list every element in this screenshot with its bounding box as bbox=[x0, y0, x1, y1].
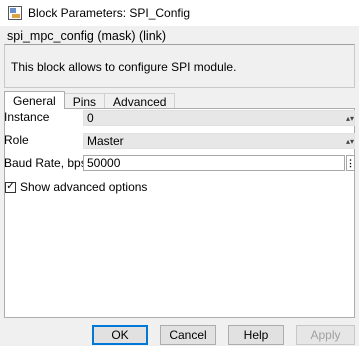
baud-rate-input[interactable]: 50000 bbox=[83, 155, 345, 171]
simulink-block-icon bbox=[8, 6, 22, 20]
baud-rate-value: 50000 bbox=[87, 156, 121, 170]
role-value: Master bbox=[87, 134, 124, 148]
tab-pins[interactable]: Pins bbox=[63, 93, 106, 109]
dropdown-arrow-icon: ▴▾ bbox=[346, 136, 355, 146]
show-advanced-option[interactable]: ✓ Show advanced options bbox=[5, 180, 147, 194]
baud-rate-label: Baud Rate, bps bbox=[4, 156, 87, 170]
role-label: Role bbox=[4, 133, 29, 147]
tab-strip: General Pins Advanced bbox=[4, 91, 176, 109]
tab-advanced[interactable]: Advanced bbox=[104, 93, 176, 109]
description-groupbox: This block allows to configure SPI modul… bbox=[4, 44, 355, 88]
instance-value: 0 bbox=[87, 111, 94, 125]
description-text: This block allows to configure SPI modul… bbox=[11, 60, 237, 74]
title-bar[interactable]: Block Parameters: SPI_Config bbox=[0, 0, 359, 26]
cancel-button[interactable]: Cancel bbox=[160, 325, 216, 345]
dropdown-arrow-icon: ▴▾ bbox=[346, 113, 355, 123]
help-button[interactable]: Help bbox=[228, 325, 284, 345]
instance-label: Instance bbox=[4, 110, 50, 124]
window-title: Block Parameters: SPI_Config bbox=[28, 6, 191, 20]
show-advanced-label: Show advanced options bbox=[20, 180, 148, 194]
apply-button[interactable]: Apply bbox=[296, 325, 355, 345]
show-advanced-checkbox[interactable]: ✓ bbox=[5, 181, 16, 193]
mask-header: spi_mpc_config (mask) (link) bbox=[7, 29, 167, 43]
more-options-icon[interactable]: ⋮ bbox=[346, 155, 355, 171]
instance-dropdown[interactable]: 0 ▴▾ bbox=[83, 110, 355, 126]
tab-general[interactable]: General bbox=[4, 91, 65, 109]
role-dropdown[interactable]: Master ▴▾ bbox=[83, 133, 355, 149]
ok-button[interactable]: OK bbox=[92, 325, 148, 345]
